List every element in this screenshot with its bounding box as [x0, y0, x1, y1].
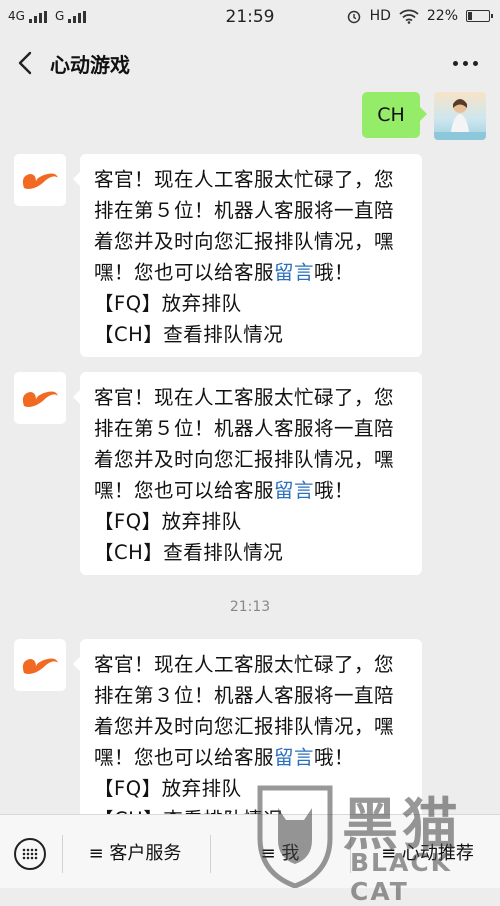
alarm-icon	[347, 10, 360, 24]
message-text: 嘿！您也可以给客服	[94, 746, 275, 769]
message-line-with-link: 嘿！您也可以给客服留言哦！	[94, 475, 410, 506]
chat-area[interactable]: CH 客官！现在人工客服太忙碌了，您 排在第５位！机器人客服将一直陪 着您并及时…	[0, 92, 500, 814]
option-check-queue[interactable]: 【CH】查看排队情况	[94, 319, 410, 350]
message-text: 哦！	[314, 479, 355, 502]
option-quit-queue[interactable]: 【FQ】放弃排队	[94, 288, 410, 319]
message-text: 哦！	[314, 746, 355, 769]
message-line: 客官！现在人工客服太忙碌了，您	[94, 653, 395, 676]
message-line: 客官！现在人工客服太忙碌了，您	[94, 168, 395, 191]
message-line: 排在第３位！机器人客服将一直陪	[94, 684, 395, 707]
message-text: 嘿！您也可以给客服	[94, 479, 275, 502]
wifi-icon	[399, 9, 419, 24]
message-line-with-link: 嘿！您也可以给客服留言哦！	[94, 257, 410, 288]
message-line: 排在第５位！机器人客服将一直陪	[94, 417, 395, 440]
message-line: 客官！现在人工客服太忙碌了，您	[94, 386, 395, 409]
status-right: HD 22%	[346, 8, 493, 24]
menu-recommend[interactable]: ≡ 心动推荐	[360, 837, 495, 871]
keyboard-icon[interactable]	[14, 838, 46, 870]
hd-label: HD	[369, 8, 391, 24]
menu-divider	[62, 835, 63, 873]
bot-logo-icon	[22, 658, 58, 674]
nav-bar: 心动游戏	[0, 34, 500, 92]
bot-avatar[interactable]	[14, 154, 66, 206]
bot-logo-icon	[22, 173, 58, 189]
bot-logo-icon	[22, 391, 58, 407]
chat-timestamp: 21:13	[229, 599, 271, 615]
user-avatar-image	[434, 99, 486, 140]
option-check-queue[interactable]: 【CH】查看排队情况	[94, 804, 410, 814]
message-text: 嘿！您也可以给客服	[94, 261, 275, 284]
battery-icon	[466, 10, 493, 22]
more-icon[interactable]	[453, 61, 478, 66]
menu-me[interactable]: ≡ 我	[220, 837, 340, 871]
message-line: 排在第５位！机器人客服将一直陪	[94, 199, 395, 222]
bot-message-bubble[interactable]: 客官！现在人工客服太忙碌了，您 排在第５位！机器人客服将一直陪 着您并及时向您汇…	[73, 154, 422, 357]
bot-avatar[interactable]	[14, 639, 66, 691]
menu-divider	[350, 835, 351, 873]
status-bar: 4G G 21:59 HD 22%	[0, 0, 500, 34]
message-line: 着您并及时向您汇报排队情况，嘿	[94, 448, 395, 471]
bot-avatar[interactable]	[14, 372, 66, 424]
message-line: 着您并及时向您汇报排队情况，嘿	[94, 715, 395, 738]
message-line: 着您并及时向您汇报排队情况，嘿	[94, 230, 395, 253]
bottom-menu-bar: ≡ 客户服务 ≡ 我 ≡ 心动推荐	[0, 814, 500, 888]
bot-message-bubble[interactable]: 客官！现在人工客服太忙碌了，您 排在第３位！机器人客服将一直陪 着您并及时向您汇…	[73, 639, 422, 814]
leave-message-link[interactable]: 留言	[274, 746, 314, 769]
option-quit-queue[interactable]: 【FQ】放弃排队	[94, 506, 410, 537]
page-title: 心动游戏	[50, 53, 130, 77]
message-line-with-link: 嘿！您也可以给客服留言哦！	[94, 742, 410, 773]
option-quit-queue[interactable]: 【FQ】放弃排队	[94, 773, 410, 804]
message-text: 哦！	[314, 261, 355, 284]
back-arrow-icon[interactable]	[14, 49, 38, 77]
user-avatar[interactable]	[434, 92, 486, 140]
leave-message-link[interactable]: 留言	[274, 479, 314, 502]
user-message-bubble[interactable]: CH	[362, 92, 427, 138]
bot-message-bubble[interactable]: 客官！现在人工客服太忙碌了，您 排在第５位！机器人客服将一直陪 着您并及时向您汇…	[73, 372, 422, 575]
menu-customer-service[interactable]: ≡ 客户服务	[70, 837, 200, 871]
option-check-queue[interactable]: 【CH】查看排队情况	[94, 537, 410, 568]
leave-message-link[interactable]: 留言	[274, 261, 314, 284]
menu-divider	[210, 835, 211, 873]
battery-percent: 22%	[426, 8, 458, 24]
